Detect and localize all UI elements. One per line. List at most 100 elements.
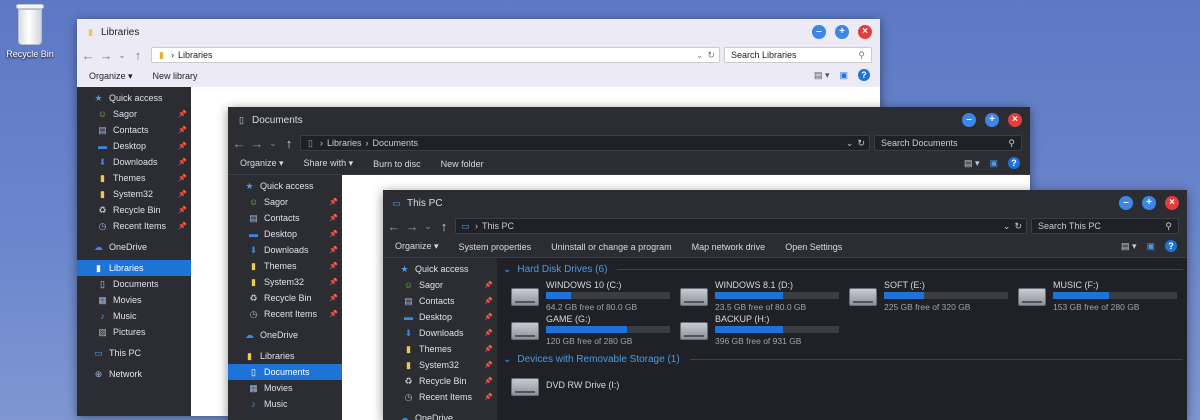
sidebar-item[interactable]: ☺ Sagor 📌 xyxy=(228,194,342,210)
sidebar-item[interactable]: ▦ Movies xyxy=(77,292,191,308)
pin-icon[interactable]: 📌 xyxy=(484,345,493,353)
address-bar[interactable]: ▭ › This PC ⌄ ↻ xyxy=(455,218,1027,234)
minimize-button[interactable]: – xyxy=(1119,196,1133,210)
refresh-icon[interactable]: ↻ xyxy=(857,138,865,149)
uninstall-program-button[interactable]: Uninstall or change a program xyxy=(551,242,672,252)
sidebar-item[interactable]: ⬇ Downloads 📌 xyxy=(228,242,342,258)
sidebar-item[interactable]: ▤ Contacts 📌 xyxy=(228,210,342,226)
removable-group-header[interactable]: ⌄ Devices with Removable Storage (1) xyxy=(503,354,1183,365)
hdd-group-header[interactable]: ⌄ Hard Disk Drives (6) xyxy=(503,264,1183,275)
up-button[interactable]: ↑ xyxy=(131,49,145,62)
back-button[interactable]: ← xyxy=(387,220,401,233)
pin-icon[interactable]: 📌 xyxy=(484,329,493,337)
recycle-bin-desktop-icon[interactable]: Recycle Bin xyxy=(4,2,56,59)
address-bar[interactable]: ▮ › Libraries ⌄ ↻ xyxy=(151,47,720,63)
drive-tile[interactable]: SOFT (E:) 225 GB free of 320 GB xyxy=(849,280,1009,314)
sidebar-item[interactable]: ▮ Themes 📌 xyxy=(228,258,342,274)
pin-icon[interactable]: 📌 xyxy=(484,377,493,385)
pin-icon[interactable]: 📌 xyxy=(178,158,187,166)
close-button[interactable]: × xyxy=(858,25,872,39)
sidebar-item[interactable]: ▮ System32 📌 xyxy=(77,186,191,202)
close-button[interactable]: × xyxy=(1165,196,1179,210)
back-button[interactable]: ← xyxy=(81,49,95,62)
address-dropdown-icon[interactable]: ⌄ xyxy=(696,50,704,61)
organize-button[interactable]: Organize ▾ xyxy=(240,158,284,169)
search-input[interactable]: Search This PC ⚲ xyxy=(1031,218,1179,234)
maximize-button[interactable]: + xyxy=(985,113,999,127)
minimize-button[interactable]: – xyxy=(812,25,826,39)
sidebar-item[interactable]: ▮ System32 📌 xyxy=(383,357,497,373)
refresh-icon[interactable]: ↻ xyxy=(707,50,715,61)
sidebar-item[interactable]: ◷ Recent Items 📌 xyxy=(228,306,342,322)
view-options-icon[interactable]: ▤ ▾ xyxy=(1121,241,1137,252)
sidebar-item[interactable]: ♻ Recycle Bin 📌 xyxy=(77,202,191,218)
address-segment[interactable]: This PC xyxy=(482,221,514,231)
sidebar-item[interactable]: ▯ Documents xyxy=(77,276,191,292)
sidebar-item[interactable]: ♪ Music xyxy=(77,308,191,324)
address-segment[interactable]: Libraries xyxy=(327,138,362,148)
up-button[interactable]: ↑ xyxy=(437,220,451,233)
maximize-button[interactable]: + xyxy=(1142,196,1156,210)
back-button[interactable]: ← xyxy=(232,137,246,150)
pin-icon[interactable]: 📌 xyxy=(329,230,338,238)
sidebar-item[interactable]: ★ Quick access xyxy=(228,178,342,194)
pin-icon[interactable]: 📌 xyxy=(178,222,187,230)
sidebar-item[interactable]: ▮ Libraries xyxy=(77,260,191,276)
sidebar-item[interactable]: ▨ Pictures xyxy=(77,324,191,340)
minimize-button[interactable]: – xyxy=(962,113,976,127)
sidebar-item[interactable]: ▬ Desktop 📌 xyxy=(77,138,191,154)
sidebar-item[interactable]: ◷ Recent Items 📌 xyxy=(77,218,191,234)
sidebar-item[interactable]: ▤ Contacts 📌 xyxy=(383,293,497,309)
pin-icon[interactable]: 📌 xyxy=(178,110,187,118)
up-button[interactable]: ↑ xyxy=(282,137,296,150)
preview-pane-icon[interactable]: ▣ xyxy=(989,158,998,169)
sidebar-item[interactable]: ♪ Music xyxy=(228,396,342,412)
pin-icon[interactable]: 📌 xyxy=(484,393,493,401)
pin-icon[interactable]: 📌 xyxy=(484,361,493,369)
map-network-drive-button[interactable]: Map network drive xyxy=(692,242,766,252)
drive-tile[interactable]: WINDOWS 10 (C:) 64.2 GB free of 80.0 GB xyxy=(511,280,671,314)
organize-button[interactable]: Organize ▾ xyxy=(395,241,439,252)
drive-tile[interactable]: WINDOWS 8.1 (D:) 23.5 GB free of 80.0 GB xyxy=(680,280,840,314)
sidebar-item[interactable]: ◷ Recent Items 📌 xyxy=(383,389,497,405)
view-options-icon[interactable]: ▤ ▾ xyxy=(964,158,980,169)
preview-pane-icon[interactable]: ▣ xyxy=(1146,241,1155,252)
preview-pane-icon[interactable]: ▣ xyxy=(839,70,848,81)
sidebar-item[interactable]: ☁ OneDrive xyxy=(228,327,342,343)
pin-icon[interactable]: 📌 xyxy=(178,190,187,198)
new-library-button[interactable]: New library xyxy=(153,71,198,81)
search-input[interactable]: Search Libraries ⚲ xyxy=(724,47,872,63)
help-icon[interactable]: ? xyxy=(1165,240,1177,252)
sidebar-item[interactable]: ☁ OneDrive xyxy=(383,410,497,420)
sidebar-item[interactable]: ☺ Sagor 📌 xyxy=(383,277,497,293)
pin-icon[interactable]: 📌 xyxy=(178,174,187,182)
sidebar-item[interactable]: ★ Quick access xyxy=(77,90,191,106)
title-bar[interactable]: ▯ Documents – + × xyxy=(228,107,1030,133)
pin-icon[interactable]: 📌 xyxy=(178,126,187,134)
help-icon[interactable]: ? xyxy=(1008,157,1020,169)
forward-button[interactable]: → xyxy=(250,137,264,150)
drives-view[interactable]: ⌄ Hard Disk Drives (6) WINDOWS 10 (C:) 64… xyxy=(497,258,1187,420)
close-button[interactable]: × xyxy=(1008,113,1022,127)
sidebar-item[interactable]: ♻ Recycle Bin 📌 xyxy=(383,373,497,389)
pin-icon[interactable]: 📌 xyxy=(329,294,338,302)
pin-icon[interactable]: 📌 xyxy=(484,297,493,305)
system-properties-button[interactable]: System properties xyxy=(459,242,532,252)
drive-tile[interactable]: GAME (G:) 120 GB free of 280 GB xyxy=(511,314,671,348)
sidebar-item[interactable]: ▮ Themes 📌 xyxy=(77,170,191,186)
pin-icon[interactable]: 📌 xyxy=(178,142,187,150)
sidebar-item[interactable]: ▭ This PC xyxy=(77,345,191,361)
address-bar[interactable]: ▯ › Libraries › Documents ⌄ ↻ xyxy=(300,135,870,151)
recent-locations-button[interactable]: ⌄ xyxy=(423,221,433,232)
pin-icon[interactable]: 📌 xyxy=(329,214,338,222)
open-settings-button[interactable]: Open Settings xyxy=(785,242,842,252)
address-segment[interactable]: Libraries xyxy=(178,50,213,60)
organize-button[interactable]: Organize ▾ xyxy=(89,71,133,82)
forward-button[interactable]: → xyxy=(405,220,419,233)
sidebar-item[interactable]: ⬇ Downloads 📌 xyxy=(383,325,497,341)
sidebar-item[interactable]: ▬ Desktop 📌 xyxy=(383,309,497,325)
pin-icon[interactable]: 📌 xyxy=(329,262,338,270)
share-with-button[interactable]: Share with ▾ xyxy=(304,158,354,169)
title-bar[interactable]: ▮ Libraries – + × xyxy=(77,19,880,45)
sidebar-item[interactable]: ▮ System32 📌 xyxy=(228,274,342,290)
